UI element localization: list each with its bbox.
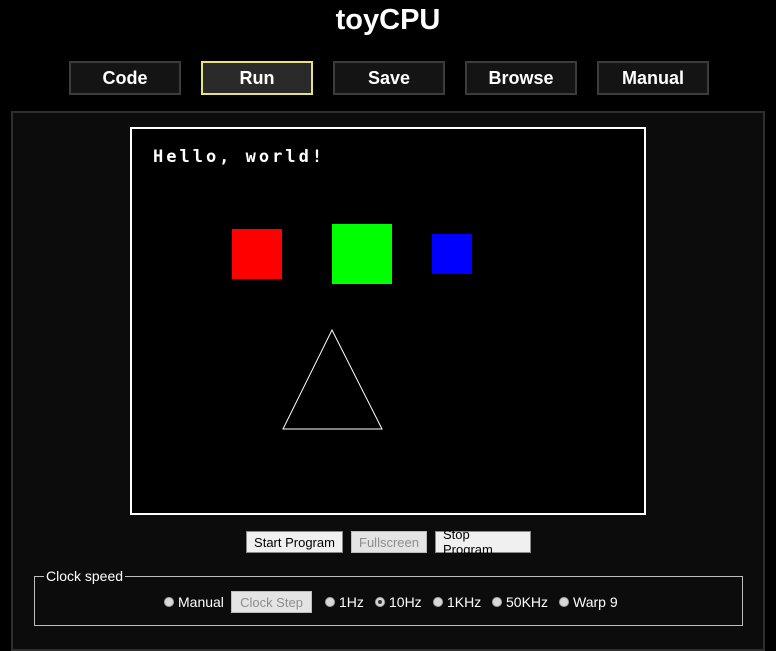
clock-speed-legend: Clock speed xyxy=(44,568,126,584)
radio-label-1khz: 1KHz xyxy=(447,594,482,610)
radio-warp9[interactable] xyxy=(559,597,569,607)
main-nav: Code Run Save Browse Manual xyxy=(0,61,776,95)
radio-label-warp9: Warp 9 xyxy=(573,594,618,610)
screen-text: Hello, world! xyxy=(153,147,326,167)
stop-program-button[interactable]: Stop Program xyxy=(435,527,531,557)
cpu-display-screen: Hello, world! xyxy=(130,127,646,515)
radio-label-1hz: 1Hz xyxy=(339,594,364,610)
radio-50khz[interactable] xyxy=(492,597,502,607)
radio-label-50khz: 50KHz xyxy=(506,594,549,610)
run-button[interactable]: Run xyxy=(201,61,313,95)
start-program-button[interactable]: Start Program xyxy=(246,531,343,553)
radio-manual[interactable] xyxy=(164,597,174,607)
browse-button[interactable]: Browse xyxy=(465,61,577,95)
triangle-outline xyxy=(282,329,383,430)
radio-1hz[interactable] xyxy=(325,597,335,607)
green-square xyxy=(332,224,392,284)
radio-10hz[interactable] xyxy=(375,597,385,607)
code-button[interactable]: Code xyxy=(69,61,181,95)
red-square xyxy=(232,229,282,279)
app-title: toyCPU xyxy=(335,4,441,36)
radio-1khz[interactable] xyxy=(433,597,443,607)
fullscreen-button[interactable]: Fullscreen xyxy=(351,531,427,553)
manual-button[interactable]: Manual xyxy=(597,61,709,95)
save-button[interactable]: Save xyxy=(333,61,445,95)
clock-speed-options: Manual Clock Step 1Hz 10Hz 1KHz 50KHz Wa… xyxy=(0,591,776,613)
radio-label-10hz: 10Hz xyxy=(389,594,422,610)
blue-square xyxy=(432,234,472,274)
clock-step-button[interactable]: Clock Step xyxy=(231,591,312,613)
radio-label-manual: Manual xyxy=(178,594,224,610)
